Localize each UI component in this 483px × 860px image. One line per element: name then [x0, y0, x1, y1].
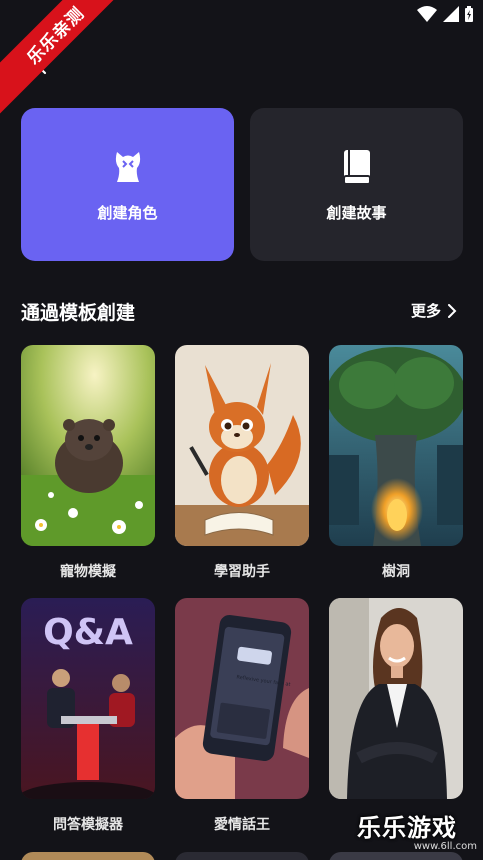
template-label: 學習助手 — [214, 564, 270, 580]
more-label: 更多 — [410, 302, 441, 320]
template-label: 樹洞 — [382, 564, 410, 580]
create-character-label: 創建角色 — [97, 204, 158, 222]
create-actions: 創建角色 創建故事 — [21, 108, 463, 261]
pet-simulator-image — [21, 345, 155, 546]
battery-icon — [465, 6, 473, 22]
watermark-title: 乐乐游戏 — [357, 814, 457, 842]
chevron-right-icon — [448, 303, 457, 318]
professional-image — [329, 598, 463, 799]
template-card-qa-simulator[interactable]: Q&A 問答模擬器 — [21, 598, 155, 851]
love-talk-image: Reflexive your face at — [175, 598, 309, 799]
ribbon-text: 乐乐亲测 — [0, 0, 130, 118]
promo-ribbon: 乐乐亲测 — [0, 0, 130, 130]
template-label: 愛情話王 — [214, 817, 270, 833]
create-character-button[interactable]: 創建角色 — [21, 108, 234, 261]
next-row-peek — [175, 852, 309, 860]
qa-simulator-image: Q&A — [21, 598, 155, 799]
wifi-icon — [417, 6, 437, 22]
tree-hole-image — [329, 345, 463, 546]
template-card-love-talk[interactable]: Reflexive your face at 愛情話王 — [175, 598, 309, 851]
template-card-tree-hole[interactable]: 樹洞 — [329, 345, 463, 598]
next-row-peek — [21, 852, 155, 860]
signal-icon — [443, 6, 459, 22]
site-watermark: 乐乐游戏 www.6ll.com — [357, 808, 477, 854]
template-label: 寵物模擬 — [60, 564, 116, 580]
more-link[interactable]: 更多 — [411, 300, 457, 321]
template-label: 問答模擬器 — [53, 817, 123, 833]
qa-image-text: Q&A — [43, 612, 133, 653]
create-story-button[interactable]: 創建故事 — [250, 108, 463, 261]
template-grid: 寵物模擬 學習助手 樹洞 Q&A 問答模擬器 Reflexive your fa… — [21, 345, 463, 851]
study-assistant-image — [175, 345, 309, 546]
book-icon — [342, 150, 371, 185]
section-title: 通過模板創建 — [21, 302, 136, 324]
character-icon — [115, 152, 140, 182]
template-card-study-assistant[interactable]: 學習助手 — [175, 345, 309, 598]
template-card-pet-simulator[interactable]: 寵物模擬 — [21, 345, 155, 598]
create-story-label: 創建故事 — [326, 204, 387, 222]
